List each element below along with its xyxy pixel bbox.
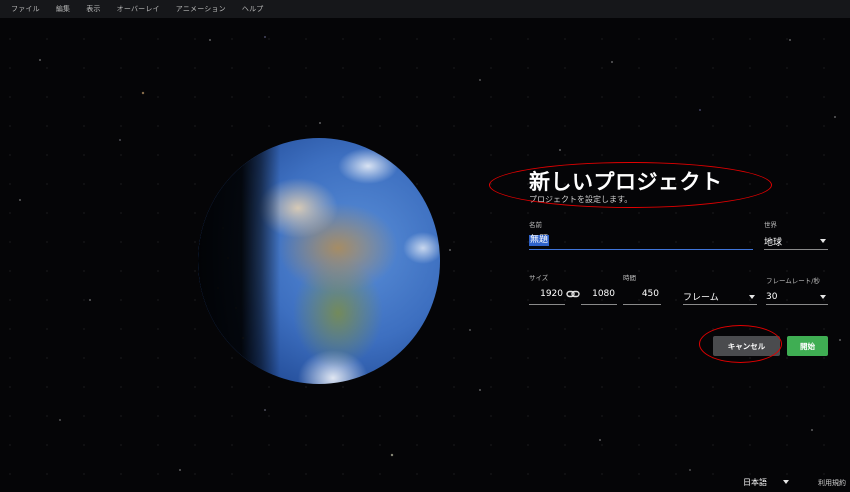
language-value: 日本語 (743, 477, 767, 487)
duration-field[interactable]: 450 (623, 289, 661, 305)
menu-animation[interactable]: アニメーション (176, 4, 226, 14)
world-label: 世界 (764, 221, 777, 229)
earth-globe[interactable] (198, 138, 440, 384)
language-select[interactable]: 日本語 (743, 476, 791, 488)
world-select[interactable]: 地球 (764, 233, 828, 250)
chevron-down-icon (820, 239, 826, 243)
name-field[interactable] (529, 231, 753, 250)
menubar: ファイル 編集 表示 オーバーレイ アニメーション ヘルプ (0, 0, 850, 18)
chevron-down-icon (820, 294, 826, 299)
duration-unit-select[interactable]: フレーム (683, 289, 757, 305)
menu-help[interactable]: ヘルプ (242, 4, 264, 14)
framerate-select[interactable]: 30 (766, 289, 828, 305)
link-icon[interactable] (566, 289, 580, 299)
duration-unit-value: フレーム (683, 293, 719, 303)
name-value[interactable]: 無題 (529, 235, 550, 246)
menu-edit[interactable]: 編集 (56, 4, 70, 14)
annotation-circle-cancel (699, 325, 782, 363)
chevron-down-icon (783, 480, 789, 484)
size-label: サイズ (529, 274, 549, 282)
night-shadow (198, 138, 440, 384)
chevron-down-icon (749, 294, 755, 299)
menu-file[interactable]: ファイル (11, 4, 40, 14)
width-field[interactable]: 1920 (529, 289, 565, 305)
menu-view[interactable]: 表示 (86, 4, 100, 14)
annotation-circle-title (489, 162, 772, 208)
terms-link[interactable]: 利用規約 (818, 478, 846, 488)
height-field[interactable]: 1080 (581, 289, 617, 305)
duration-label: 時間 (623, 274, 636, 282)
world-value: 地球 (764, 237, 783, 248)
framerate-label: フレームレート/秒 (766, 277, 820, 285)
framerate-value: 30 (766, 291, 778, 302)
name-label: 名前 (529, 221, 542, 229)
start-button[interactable]: 開始 (787, 336, 828, 356)
menu-overlay[interactable]: オーバーレイ (117, 4, 160, 14)
